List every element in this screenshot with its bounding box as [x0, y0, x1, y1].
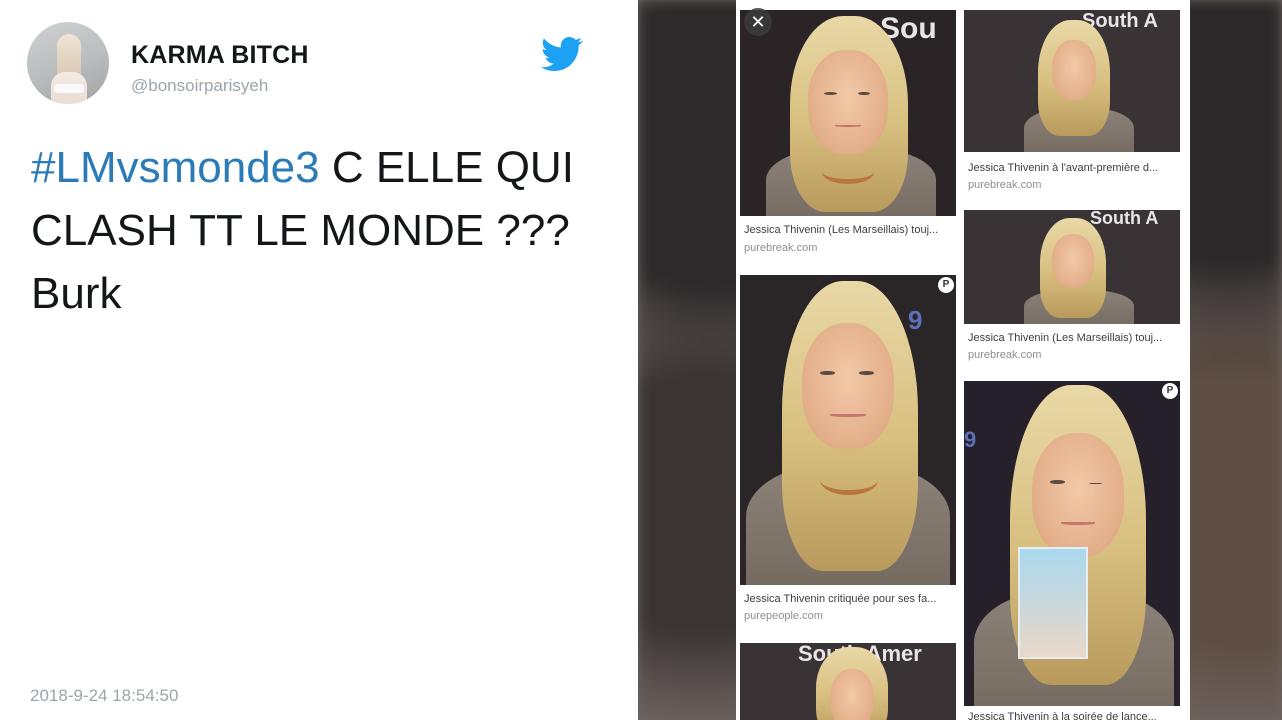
backdrop-text: 9	[964, 427, 977, 452]
image-result-card[interactable]: 9 P Jessica Thivenin à la soirée de lanc…	[964, 381, 1180, 720]
result-source[interactable]: purebreak.com	[968, 179, 1041, 191]
result-thumbnail[interactable]: South A	[964, 10, 1180, 152]
result-caption[interactable]: Jessica Thivenin (Les Marseillais) touj.…	[968, 332, 1178, 344]
eye	[824, 91, 837, 95]
display-name[interactable]: KARMA BITCH	[131, 41, 309, 70]
tweet-card: KARMA BITCH @bonsoirparisyeh #LMvsmonde3…	[0, 0, 638, 720]
result-caption[interactable]: Jessica Thivenin critiquée pour ses fa..…	[744, 593, 954, 605]
result-caption[interactable]: Jessica Thivenin (Les Marseillais) touj.…	[744, 224, 954, 236]
face	[802, 323, 894, 449]
image-result-card[interactable]: Sou Jessica Thivenin (Les Marseillais) t…	[740, 10, 956, 260]
avatar[interactable]	[27, 22, 109, 104]
necklace	[822, 160, 874, 184]
tweet-timestamp: 2018-9-24 18:54:50	[30, 686, 179, 705]
twitter-bird-icon[interactable]	[538, 33, 586, 75]
face	[830, 669, 874, 720]
hashtag-link[interactable]: #LMvsmonde3	[31, 143, 320, 192]
necklace	[820, 465, 878, 495]
close-icon[interactable]: ✕	[744, 8, 772, 36]
eye	[857, 91, 871, 95]
result-source[interactable]: purepeople.com	[744, 610, 823, 622]
face	[1052, 40, 1096, 100]
portrait-photo: 9	[964, 381, 1180, 706]
face	[808, 50, 888, 154]
result-caption[interactable]: Jessica Thivenin à la soirée de lance...	[968, 711, 1178, 720]
user-handle[interactable]: @bonsoirparisyeh	[131, 76, 268, 96]
backdrop-text: 9	[908, 305, 923, 335]
image-result-card[interactable]: 9 P Jessica Thivenin critiquée pour ses …	[740, 275, 956, 630]
result-thumbnail[interactable]: South Amer	[740, 643, 956, 720]
result-thumbnail[interactable]: 9 P	[964, 381, 1180, 706]
result-caption[interactable]: Jessica Thivenin à l'avant-première d...	[968, 162, 1178, 174]
result-thumbnail[interactable]: Sou	[740, 10, 956, 216]
portrait-photo: South Amer	[740, 643, 956, 720]
mouth	[829, 413, 867, 417]
portrait-photo: Sou	[740, 10, 956, 216]
mouth	[835, 124, 861, 128]
result-source[interactable]: purebreak.com	[968, 349, 1041, 361]
tweet-text: #LMvsmonde3 C ELLE QUI CLASH TT LE MONDE…	[31, 136, 631, 325]
source-badge-icon: P	[938, 277, 954, 293]
result-thumbnail[interactable]: South A	[964, 210, 1180, 324]
portrait-photo: South A	[964, 210, 1180, 324]
attached-image[interactable]: Sou Jessica Thivenin (Les Marseillais) t…	[638, 0, 1282, 720]
mouth	[1061, 522, 1095, 526]
image-result-card[interactable]: South Amer	[740, 643, 956, 720]
source-badge-icon: P	[1162, 383, 1178, 399]
portrait-photo: South A	[964, 10, 1180, 152]
backdrop-text: South A	[1090, 210, 1159, 228]
eye	[859, 370, 874, 375]
face	[1052, 234, 1094, 288]
eye	[820, 370, 836, 375]
eye	[1050, 480, 1066, 484]
image-results-panel: Sou Jessica Thivenin (Les Marseillais) t…	[736, 0, 1190, 720]
eye	[1089, 482, 1102, 485]
avatar-top	[54, 84, 84, 93]
image-result-card[interactable]: South A Jessica Thivenin à l'avant-premi…	[964, 10, 1180, 195]
face	[1032, 433, 1124, 557]
portrait-photo: 9	[740, 275, 956, 585]
result-thumbnail[interactable]: 9 P	[740, 275, 956, 585]
held-card	[1018, 547, 1088, 659]
result-source[interactable]: purebreak.com	[744, 242, 817, 254]
image-result-card[interactable]: South A Jessica Thivenin (Les Marseillai…	[964, 210, 1180, 370]
